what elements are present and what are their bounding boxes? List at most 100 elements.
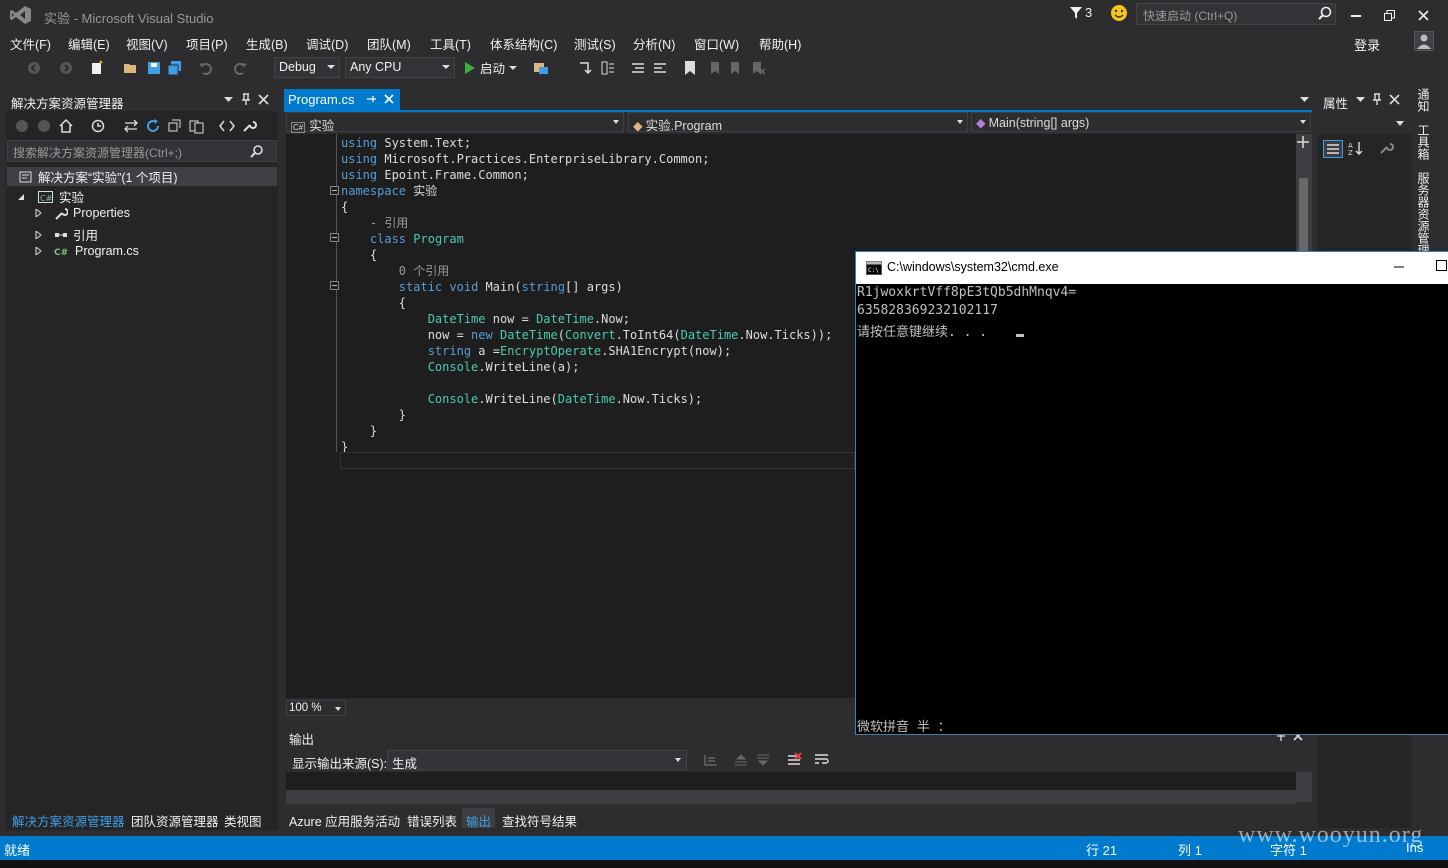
cmd-maximize-button[interactable] bbox=[1436, 260, 1448, 272]
code-line[interactable]: static void Main(string[] args) bbox=[341, 279, 623, 295]
code-line[interactable]: } bbox=[341, 423, 377, 439]
vertical-tab-notifications[interactable]: 通知 bbox=[1416, 88, 1432, 112]
next-message-icon[interactable] bbox=[755, 752, 771, 768]
configuration-dropdown[interactable]: Debug bbox=[274, 57, 340, 78]
menu-build[interactable]: 生成(B) bbox=[246, 34, 288, 53]
property-pages-wrench-icon[interactable] bbox=[1378, 140, 1394, 156]
code-line[interactable]: { bbox=[341, 247, 377, 263]
properties-wrench-icon[interactable] bbox=[241, 118, 257, 134]
nav-member-dropdown[interactable]: ◆ Main(string[] args) bbox=[971, 112, 1311, 132]
nav-project-dropdown[interactable]: C# 实验 bbox=[286, 112, 624, 133]
menu-debug[interactable]: 调试(D) bbox=[306, 34, 348, 53]
refresh-icon[interactable] bbox=[145, 118, 161, 134]
search-icon[interactable] bbox=[1318, 6, 1332, 20]
menu-architecture[interactable]: 体系结构(C) bbox=[490, 34, 557, 53]
next-bookmark-icon[interactable] bbox=[728, 60, 744, 76]
pin-icon[interactable] bbox=[240, 93, 252, 106]
code-line[interactable]: class Program bbox=[341, 231, 464, 247]
code-line[interactable]: { bbox=[341, 199, 348, 215]
solution-search-input[interactable]: 搜索解决方案资源管理器(Ctrl+;) bbox=[7, 140, 277, 162]
login-link[interactable]: 登录 bbox=[1354, 35, 1380, 54]
close-window-button[interactable] bbox=[1412, 5, 1434, 25]
uncomment-lines-icon[interactable] bbox=[652, 60, 668, 76]
previous-bookmark-icon[interactable] bbox=[706, 60, 722, 76]
menu-window[interactable]: 窗口(W) bbox=[694, 34, 739, 53]
code-line[interactable]: 0 个引用 bbox=[341, 263, 449, 279]
close-panel-icon[interactable] bbox=[258, 94, 269, 105]
menu-view[interactable]: 视图(V) bbox=[126, 34, 168, 53]
categorized-icon[interactable] bbox=[1323, 140, 1343, 158]
collapse-all-icon[interactable] bbox=[167, 118, 183, 134]
tab-class-view[interactable]: 类视图 bbox=[224, 811, 262, 830]
tab-error-list[interactable]: 错误列表 bbox=[407, 811, 457, 830]
fold-toggle-class[interactable] bbox=[330, 233, 339, 242]
nav-class-dropdown[interactable]: ◆ 实验.Program bbox=[628, 112, 968, 133]
tab-solution-explorer[interactable]: 解决方案资源管理器 bbox=[12, 811, 125, 830]
code-line[interactable]: - 引用 bbox=[341, 215, 408, 231]
search-icon[interactable] bbox=[250, 144, 264, 158]
cmd-minimize-button[interactable] bbox=[1393, 262, 1405, 272]
redo-icon[interactable] bbox=[232, 60, 248, 76]
tab-team-explorer[interactable]: 团队资源管理器 bbox=[131, 811, 219, 830]
back-icon[interactable] bbox=[14, 118, 30, 134]
history-icon[interactable] bbox=[90, 118, 106, 134]
clear-bookmarks-icon[interactable] bbox=[750, 60, 766, 76]
code-line[interactable]: Console.WriteLine(a); bbox=[341, 359, 580, 375]
clear-all-icon[interactable] bbox=[786, 752, 802, 768]
code-line[interactable]: namespace 实验 bbox=[341, 183, 437, 199]
code-line[interactable]: DateTime now = DateTime.Now; bbox=[341, 311, 630, 327]
new-project-icon[interactable] bbox=[89, 60, 105, 76]
home-icon[interactable] bbox=[58, 118, 74, 134]
fold-toggle-namespace[interactable] bbox=[330, 186, 339, 195]
save-all-icon[interactable] bbox=[167, 60, 183, 76]
document-tab-program-cs[interactable]: Program.cs bbox=[284, 89, 400, 110]
find-message-icon[interactable] bbox=[703, 752, 719, 768]
output-source-dropdown[interactable]: 生成 bbox=[387, 750, 687, 771]
split-editor-icon[interactable] bbox=[1297, 136, 1309, 148]
code-line[interactable]: Console.WriteLine(DateTime.Now.Ticks); bbox=[341, 391, 703, 407]
quick-launch-input[interactable]: 快速启动 (Ctrl+Q) bbox=[1136, 3, 1336, 25]
menu-project[interactable]: 项目(P) bbox=[186, 34, 228, 53]
comment-lines-icon[interactable] bbox=[630, 60, 646, 76]
fold-toggle-method[interactable] bbox=[330, 281, 339, 290]
tree-item-references[interactable]: 引用 bbox=[35, 225, 98, 244]
step-over-icon[interactable] bbox=[600, 60, 616, 76]
menu-tools[interactable]: 工具(T) bbox=[430, 34, 471, 53]
back-icon[interactable] bbox=[26, 60, 42, 76]
tab-overflow-icon[interactable] bbox=[1300, 97, 1309, 103]
panel-menu-icon[interactable] bbox=[1356, 97, 1365, 103]
vertical-tab-toolbox[interactable]: 工具箱 bbox=[1416, 124, 1432, 160]
start-button[interactable]: 启动 bbox=[464, 58, 518, 77]
pin-tab-icon[interactable] bbox=[366, 94, 376, 104]
forward-icon[interactable] bbox=[58, 60, 74, 76]
tree-item-properties[interactable]: Properties bbox=[35, 206, 130, 220]
tab-find-symbol-results[interactable]: 查找符号结果 bbox=[502, 811, 577, 830]
step-into-icon[interactable] bbox=[578, 60, 594, 76]
view-code-icon[interactable] bbox=[219, 118, 235, 134]
show-all-files-icon[interactable] bbox=[189, 118, 205, 134]
save-icon[interactable] bbox=[146, 60, 162, 76]
tree-solution[interactable]: 解决方案“实验”(1 个项目) bbox=[7, 167, 277, 186]
forward-icon[interactable] bbox=[36, 118, 52, 134]
code-line[interactable]: } bbox=[341, 407, 406, 423]
menu-file[interactable]: 文件(F) bbox=[10, 34, 51, 53]
menu-test[interactable]: 测试(S) bbox=[574, 34, 616, 53]
account-avatar-icon[interactable] bbox=[1414, 31, 1434, 51]
code-line[interactable]: { bbox=[341, 295, 406, 311]
panel-menu-icon[interactable] bbox=[224, 97, 233, 103]
zoom-dropdown[interactable]: 100 % bbox=[286, 700, 346, 716]
menu-help[interactable]: 帮助(H) bbox=[759, 34, 801, 53]
browser-link-icon[interactable] bbox=[533, 60, 549, 76]
code-line[interactable]: using Microsoft.Practices.EnterpriseLibr… bbox=[341, 151, 709, 167]
close-panel-icon[interactable] bbox=[1389, 94, 1400, 105]
platform-dropdown[interactable]: Any CPU bbox=[345, 57, 455, 78]
tab-output[interactable]: 输出 bbox=[462, 808, 496, 829]
close-tab-icon[interactable] bbox=[384, 94, 394, 104]
alphabetical-icon[interactable]: AZ bbox=[1348, 140, 1364, 156]
notifications-button[interactable]: 3 bbox=[1070, 5, 1092, 20]
code-line[interactable]: using System.Text; bbox=[341, 135, 471, 151]
output-text-area[interactable] bbox=[286, 772, 1296, 790]
open-file-icon[interactable] bbox=[123, 60, 139, 76]
restore-button[interactable] bbox=[1378, 5, 1400, 25]
code-line[interactable]: now = new DateTime(Convert.ToInt64(DateT… bbox=[341, 327, 833, 343]
